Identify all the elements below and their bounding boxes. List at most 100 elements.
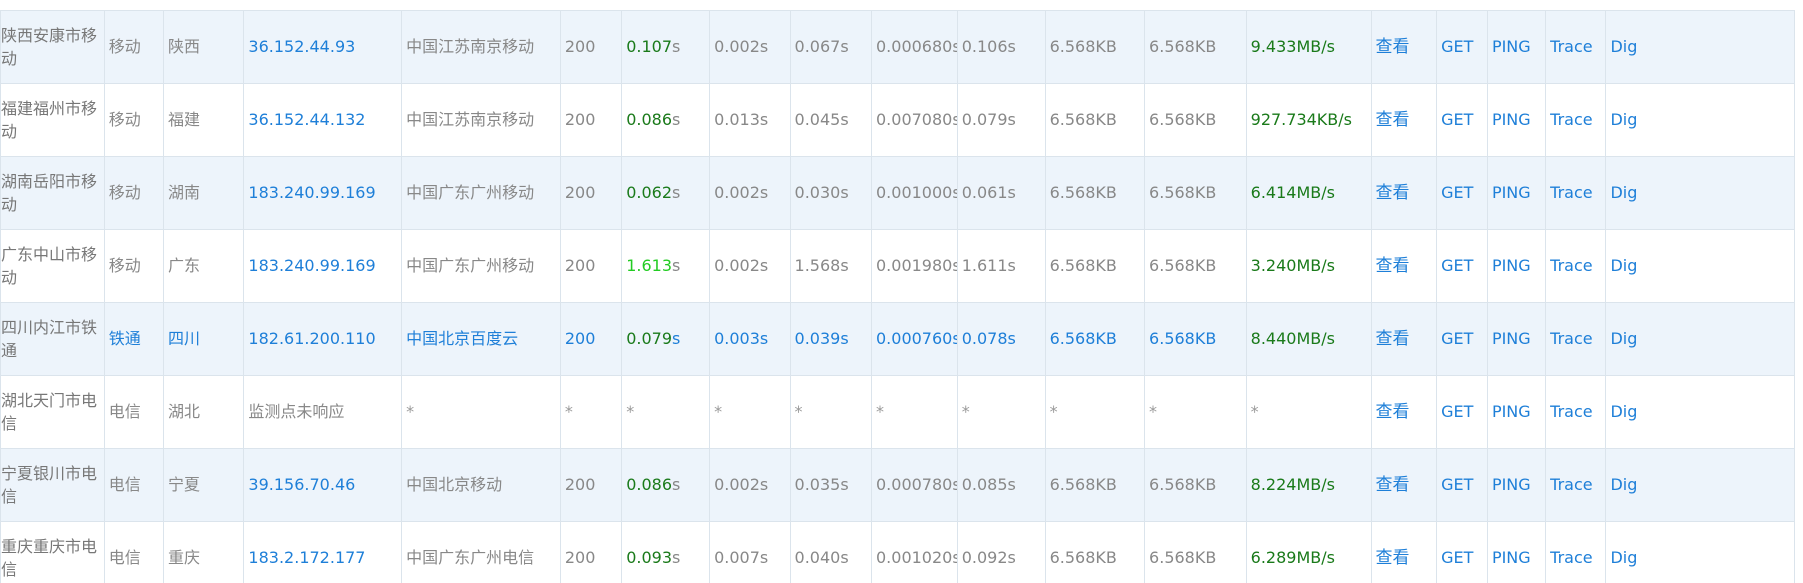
isp-cell: 移动 xyxy=(103,10,164,84)
ping-link[interactable]: PING xyxy=(1486,156,1547,230)
table-row: 陕西安康市移动 移动 陕西 36.152.44.93 中国江苏南京移动 200 0.107s… xyxy=(0,10,1795,84)
total-time-value: 0.093 xyxy=(626,548,673,567)
ping-link[interactable]: PING xyxy=(1486,10,1547,84)
total-time-unit: s xyxy=(672,475,681,494)
resolved-ip[interactable]: 36.152.44.132 xyxy=(243,83,403,157)
ping-link[interactable]: PING xyxy=(1486,229,1547,303)
total-time-unit: s xyxy=(672,37,681,56)
view-link[interactable]: 查看 xyxy=(1370,229,1438,303)
view-link[interactable]: 查看 xyxy=(1370,375,1438,449)
dig-link[interactable]: Dig xyxy=(1605,10,1795,84)
view-link[interactable]: 查看 xyxy=(1370,302,1438,376)
table-row: 宁夏银川市电信 电信 宁夏 39.156.70.46 中国北京移动 200 0.086s 0.… xyxy=(0,448,1795,522)
download-speed: * xyxy=(1245,375,1372,449)
total-time-unit: s xyxy=(672,548,681,567)
http-status: 200 xyxy=(559,10,623,84)
get-link[interactable]: GET xyxy=(1436,448,1488,522)
province-cell: 宁夏 xyxy=(162,448,245,522)
isp-cell: 电信 xyxy=(103,448,164,522)
resolved-ip[interactable]: 183.240.99.169 xyxy=(243,156,403,230)
total-time-value: * xyxy=(626,402,635,421)
monitor-location: 广东中山市移动 xyxy=(0,229,105,303)
table-row: 广东中山市移动 移动 广东 183.240.99.169 中国广东广州移动 200 1.61… xyxy=(0,229,1795,303)
dig-link[interactable]: Dig xyxy=(1605,83,1795,157)
connect-time: * xyxy=(789,375,873,449)
trace-link[interactable]: Trace xyxy=(1545,448,1607,522)
resolved-ip[interactable]: 36.152.44.93 xyxy=(243,10,403,84)
isp-cell: 移动 xyxy=(103,229,164,303)
get-link[interactable]: GET xyxy=(1436,83,1488,157)
isp-cell: 铁通 xyxy=(103,302,164,376)
dig-link[interactable]: Dig xyxy=(1605,521,1795,583)
get-link[interactable]: GET xyxy=(1436,521,1488,583)
resolved-ip[interactable]: 182.61.200.110 xyxy=(243,302,403,376)
trace-link[interactable]: Trace xyxy=(1545,156,1607,230)
monitor-location: 四川内江市铁通 xyxy=(0,302,105,376)
province-cell: 湖南 xyxy=(162,156,245,230)
ping-link[interactable]: PING xyxy=(1486,83,1547,157)
ping-link[interactable]: PING xyxy=(1486,302,1547,376)
download-speed: 8.440MB/s xyxy=(1245,302,1372,376)
resolved-ip[interactable]: 183.240.99.169 xyxy=(243,229,403,303)
ssl-time: 0.000780s xyxy=(871,448,958,522)
resolved-ip[interactable]: 39.156.70.46 xyxy=(243,448,403,522)
dig-link[interactable]: Dig xyxy=(1605,156,1795,230)
dig-link[interactable]: Dig xyxy=(1605,302,1795,376)
dns-time: 0.013s xyxy=(709,83,791,157)
trace-link[interactable]: Trace xyxy=(1545,10,1607,84)
trace-link[interactable]: Trace xyxy=(1545,302,1607,376)
ssl-time: 0.001000s xyxy=(871,156,958,230)
ping-link[interactable]: PING xyxy=(1486,448,1547,522)
http-status: * xyxy=(559,375,623,449)
ip-location: 中国广东广州移动 xyxy=(401,156,561,230)
total-time-value: 0.107 xyxy=(626,37,673,56)
body-size: 6.568KB xyxy=(1144,521,1247,583)
total-time-unit: s xyxy=(672,256,681,275)
province-cell: 福建 xyxy=(162,83,245,157)
ping-link[interactable]: PING xyxy=(1486,521,1547,583)
dig-link[interactable]: Dig xyxy=(1605,375,1795,449)
monitor-location: 湖北天门市电信 xyxy=(0,375,105,449)
trace-link[interactable]: Trace xyxy=(1545,229,1607,303)
connect-time: 0.045s xyxy=(789,83,873,157)
ssl-time: 0.001020s xyxy=(871,521,958,583)
transfer-time: * xyxy=(956,375,1046,449)
view-link[interactable]: 查看 xyxy=(1370,10,1438,84)
trace-link[interactable]: Trace xyxy=(1545,375,1607,449)
dig-link[interactable]: Dig xyxy=(1605,229,1795,303)
connect-time: 0.067s xyxy=(789,10,873,84)
resolved-ip[interactable]: 183.2.172.177 xyxy=(243,521,403,583)
view-link[interactable]: 查看 xyxy=(1370,448,1438,522)
isp-cell: 电信 xyxy=(103,375,164,449)
ping-link[interactable]: PING xyxy=(1486,375,1547,449)
get-link[interactable]: GET xyxy=(1436,375,1488,449)
total-time-unit: s xyxy=(672,329,681,348)
view-link[interactable]: 查看 xyxy=(1370,156,1438,230)
view-link[interactable]: 查看 xyxy=(1370,83,1438,157)
body-size: 6.568KB xyxy=(1144,302,1247,376)
header-size: 6.568KB xyxy=(1044,229,1146,303)
body-size: * xyxy=(1144,375,1247,449)
body-size: 6.568KB xyxy=(1144,156,1247,230)
body-size: 6.568KB xyxy=(1144,229,1247,303)
header-size: * xyxy=(1044,375,1146,449)
view-link[interactable]: 查看 xyxy=(1370,521,1438,583)
trace-link[interactable]: Trace xyxy=(1545,83,1607,157)
get-link[interactable]: GET xyxy=(1436,156,1488,230)
total-time: 0.107s xyxy=(621,10,711,84)
dns-time: * xyxy=(709,375,791,449)
dig-link[interactable]: Dig xyxy=(1605,448,1795,522)
body-size: 6.568KB xyxy=(1144,83,1247,157)
trace-link[interactable]: Trace xyxy=(1545,521,1607,583)
total-time-value: 0.086 xyxy=(626,475,673,494)
download-speed: 6.414MB/s xyxy=(1245,156,1372,230)
ssl-time: 0.001980s xyxy=(871,229,958,303)
dns-time: 0.002s xyxy=(709,10,791,84)
http-status: 200 xyxy=(559,448,623,522)
ssl-time: 0.007080s xyxy=(871,83,958,157)
get-link[interactable]: GET xyxy=(1436,10,1488,84)
get-link[interactable]: GET xyxy=(1436,302,1488,376)
get-link[interactable]: GET xyxy=(1436,229,1488,303)
ip-location: 中国广东广州移动 xyxy=(401,229,561,303)
header-size: 6.568KB xyxy=(1044,156,1146,230)
